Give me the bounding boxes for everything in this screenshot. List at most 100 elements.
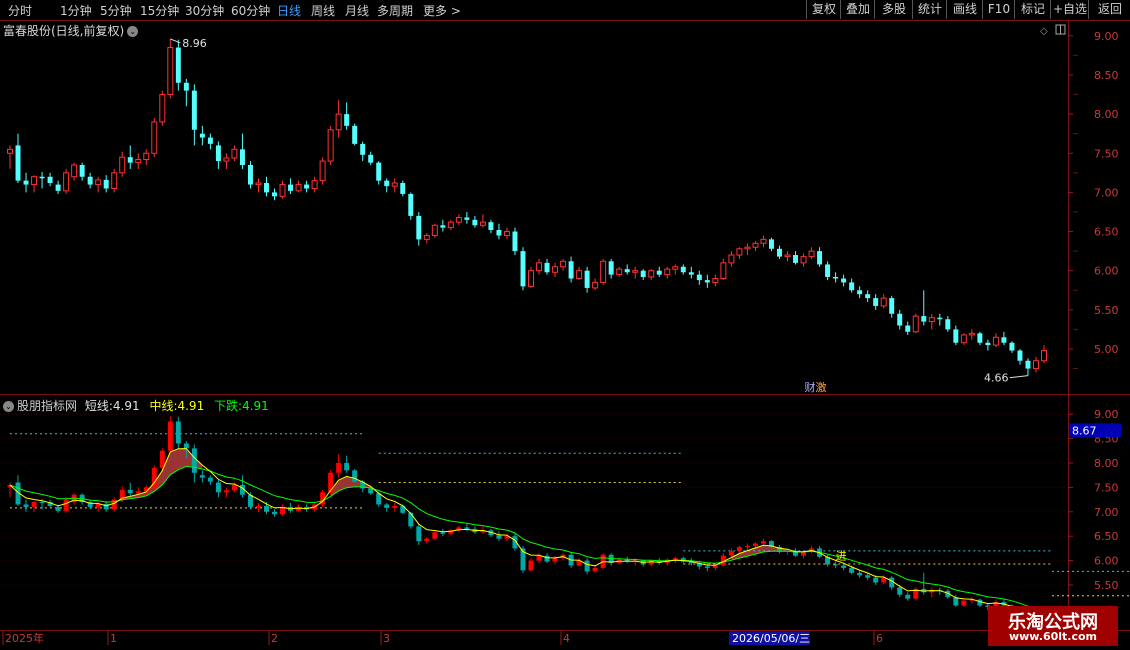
- date-label: 1: [110, 632, 117, 645]
- candle-body: [968, 332, 975, 336]
- ind-candle-body: [31, 502, 37, 507]
- candle-body: [857, 290, 863, 295]
- candle-body: [520, 251, 526, 287]
- candle-body: [15, 145, 21, 181]
- candle-body: [897, 313, 903, 326]
- candle-body: [568, 261, 574, 279]
- high-label: 8.96: [182, 37, 207, 50]
- ind-candle-body: [528, 560, 534, 571]
- candle-body: [784, 254, 791, 258]
- candle-body: [199, 133, 205, 138]
- candle-body: [985, 342, 991, 346]
- candle-body: [55, 184, 61, 191]
- candle-body: [536, 262, 543, 272]
- candle-body: [688, 272, 694, 275]
- candle-body: [264, 183, 269, 193]
- ind-candle-body: [905, 594, 911, 599]
- candle-body: [777, 248, 782, 257]
- ind-candle-body: [744, 545, 750, 547]
- candle-body: [793, 255, 799, 263]
- low-label: 4.66: [984, 372, 1009, 385]
- candle-body: [376, 162, 382, 181]
- candle-body: [680, 266, 686, 273]
- candle-body: [239, 149, 245, 165]
- ind-candle-body: [857, 572, 863, 576]
- candle-body: [1025, 360, 1031, 369]
- candle-body: [752, 242, 759, 248]
- candle-body: [464, 217, 470, 220]
- candle-body: [592, 281, 599, 289]
- candle-body: [391, 182, 398, 187]
- main-tick-label: 7.50: [1094, 147, 1119, 160]
- ind-candle-body: [544, 555, 550, 562]
- ind-candle-body: [536, 555, 542, 561]
- ind-candle-body: [464, 527, 470, 529]
- candle-body: [624, 269, 630, 273]
- candle-body: [191, 90, 197, 130]
- candle-body: [664, 268, 671, 276]
- candle-body: [648, 270, 655, 278]
- buy-signal: 进: [836, 550, 847, 563]
- candle-body: [600, 260, 607, 283]
- main-tick-label: 8.50: [1094, 69, 1119, 82]
- candle-body: [87, 176, 93, 185]
- candle-body: [833, 276, 839, 279]
- ind-candle-body: [865, 575, 871, 578]
- candle-body: [95, 179, 102, 186]
- stock-chart[interactable]: 8.96 4.66 财 激进 9.00 8.50 8.00 7.50 7.00 6.50 6.00…: [0, 0, 1130, 650]
- ind-candle-body: [736, 546, 742, 551]
- ind-tick-label: 5.50: [1094, 579, 1119, 592]
- date-label: 2026/05/06/三: [732, 632, 810, 645]
- candle-body: [616, 268, 623, 276]
- candle-body: [63, 172, 70, 192]
- event-tag[interactable]: 财: [805, 380, 816, 394]
- candle-body: [528, 270, 534, 287]
- candle-body: [873, 298, 879, 306]
- ind-candle-body: [849, 567, 855, 573]
- candle-body: [889, 298, 895, 314]
- watermark-url: www.60lt.com: [1008, 630, 1098, 643]
- ind-candle-body: [712, 565, 718, 568]
- ind-candle-body: [352, 470, 358, 482]
- candle-body: [319, 160, 326, 182]
- date-label: 2025年: [5, 631, 44, 645]
- watermark: 乐淘公式网 www.60lt.com: [988, 606, 1118, 646]
- candle-body: [1017, 350, 1023, 361]
- candle-body: [760, 238, 767, 244]
- candle-body: [905, 325, 911, 332]
- ind-tick-label: 6.50: [1094, 530, 1119, 543]
- event-tag-2[interactable]: 激: [816, 380, 827, 394]
- ind-candle-body: [255, 505, 261, 507]
- ind-candle-body: [336, 463, 342, 473]
- candle-body: [945, 319, 951, 330]
- candle-body: [423, 234, 430, 240]
- candle-body: [479, 221, 486, 226]
- candle-body: [937, 317, 943, 320]
- ind-candle-body: [873, 577, 879, 583]
- ind-tick-label: 7.50: [1094, 481, 1119, 494]
- ind-candle-body: [296, 506, 302, 511]
- ind-candle-body: [584, 560, 590, 572]
- candle-body: [488, 222, 494, 230]
- candle-body: [384, 180, 390, 187]
- ind-candle-body: [833, 564, 839, 566]
- candle-body: [119, 156, 126, 174]
- ind-candle-body: [648, 560, 654, 565]
- axis-strip: [1122, 21, 1130, 394]
- ind-candle-body: [552, 558, 558, 562]
- candle-body: [47, 176, 53, 184]
- candle-body: [143, 152, 150, 161]
- candle-body: [279, 184, 286, 197]
- diamond-icon[interactable]: ◇: [1040, 26, 1048, 37]
- candle-body: [800, 256, 807, 264]
- date-label: 6: [876, 632, 883, 645]
- main-tick-label: 5.50: [1094, 304, 1119, 317]
- ind-candle-body: [368, 488, 374, 494]
- candle-body: [335, 113, 342, 131]
- ind-candle-body: [175, 421, 181, 444]
- main-tick-label: 8.00: [1094, 108, 1119, 121]
- candle-body: [455, 216, 462, 223]
- candle-body: [71, 164, 78, 178]
- main-tick-label: 6.00: [1094, 265, 1119, 278]
- candle-body: [103, 179, 109, 189]
